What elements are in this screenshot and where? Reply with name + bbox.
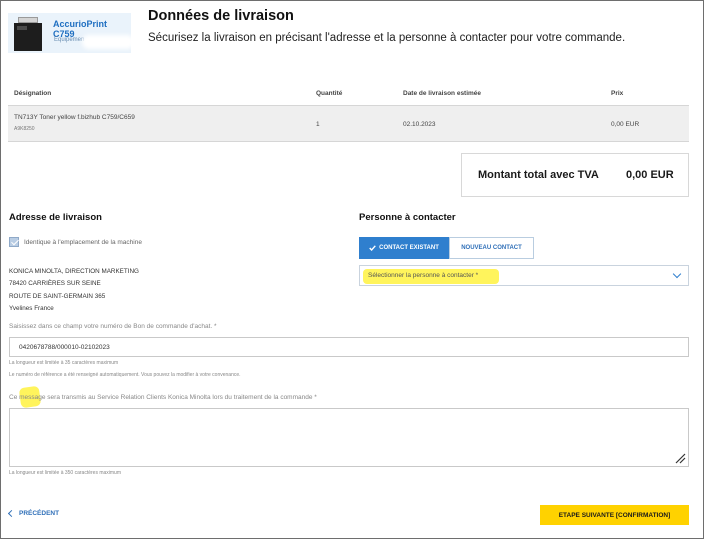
total-box: Montant total avec TVA 0,00 EUR [461,153,689,197]
contact-select[interactable]: Sélectionner la personne à contacter * [359,265,689,286]
previous-link[interactable]: PRÉCÉDENT [7,509,60,518]
cell-quantity: 1 [316,121,320,128]
total-label: Montant total avec TVA [478,169,599,181]
address-line: 78420 CARRIÈRES SUR SEINE [9,280,101,287]
check-icon [369,245,376,251]
same-address-checkbox[interactable] [9,237,19,247]
chevron-left-icon [7,509,16,518]
cell-date: 02.10.2023 [403,121,436,128]
tab-new-contact[interactable]: NOUVEAU CONTACT [449,237,534,259]
tab-existing-contact[interactable]: CONTACT EXISTANT [359,237,449,259]
redaction-blur [82,35,134,49]
cell-price: 0,00 EUR [611,121,640,128]
printer-image [14,17,42,51]
chevron-down-icon [672,269,682,279]
page-title: Données de livraison [148,8,294,24]
cell-sku: A9K8250 [14,126,35,132]
table-header: Désignation Quantité Date de livraison e… [8,87,689,105]
product-subtitle: Equipemen [54,37,85,43]
contact-title: Personne à contacter [359,212,456,223]
address-line: Yvelines France [9,305,54,312]
delivery-title: Adresse de livraison [9,212,102,223]
cell-designation: TN713Y Toner yellow f.bizhub C759/C659 [14,114,135,121]
address-line: KONICA MINOLTA, DIRECTION MARKETING [9,268,139,275]
address-line: ROUTE DE SAINT-GERMAIN 365 [9,293,106,300]
table-row: TN713Y Toner yellow f.bizhub C759/C659 A… [8,106,689,142]
col-price: Prix [611,90,624,97]
tab-new-label: NOUVEAU CONTACT [461,245,522,251]
same-address-label: Identique à l'emplacement de la machine [24,239,142,246]
previous-label: PRÉCÉDENT [19,510,60,517]
col-designation: Désignation [14,90,52,97]
col-quantity: Quantité [316,90,343,97]
next-step-button[interactable]: ETAPE SUIVANTE [CONFIRMATION] [540,505,689,525]
col-date: Date de livraison estimée [403,90,482,97]
po-input[interactable] [9,337,689,357]
resize-handle-icon[interactable] [674,452,686,464]
product-thumbnail: AccurioPrint C759 Equipemen [8,13,134,53]
po-limit: La longueur est limitée à 35 caractères … [9,360,119,366]
message-label: Ce message sera transmis au Service Rela… [9,394,317,401]
contact-select-placeholder: Sélectionner la personne à contacter * [368,272,479,279]
message-textarea[interactable] [9,408,689,467]
page-subtitle: Sécurisez la livraison en précisant l'ad… [148,32,626,44]
next-step-label: ETAPE SUIVANTE [CONFIRMATION] [558,511,671,519]
po-note: Le numéro de référence a été renseigné a… [9,372,241,378]
tab-existing-label: CONTACT EXISTANT [379,245,439,251]
total-value: 0,00 EUR [626,169,674,181]
message-limit: La longueur est limitée à 350 caractères… [9,470,121,476]
po-label: Saisissez dans ce champ votre numéro de … [9,323,217,330]
